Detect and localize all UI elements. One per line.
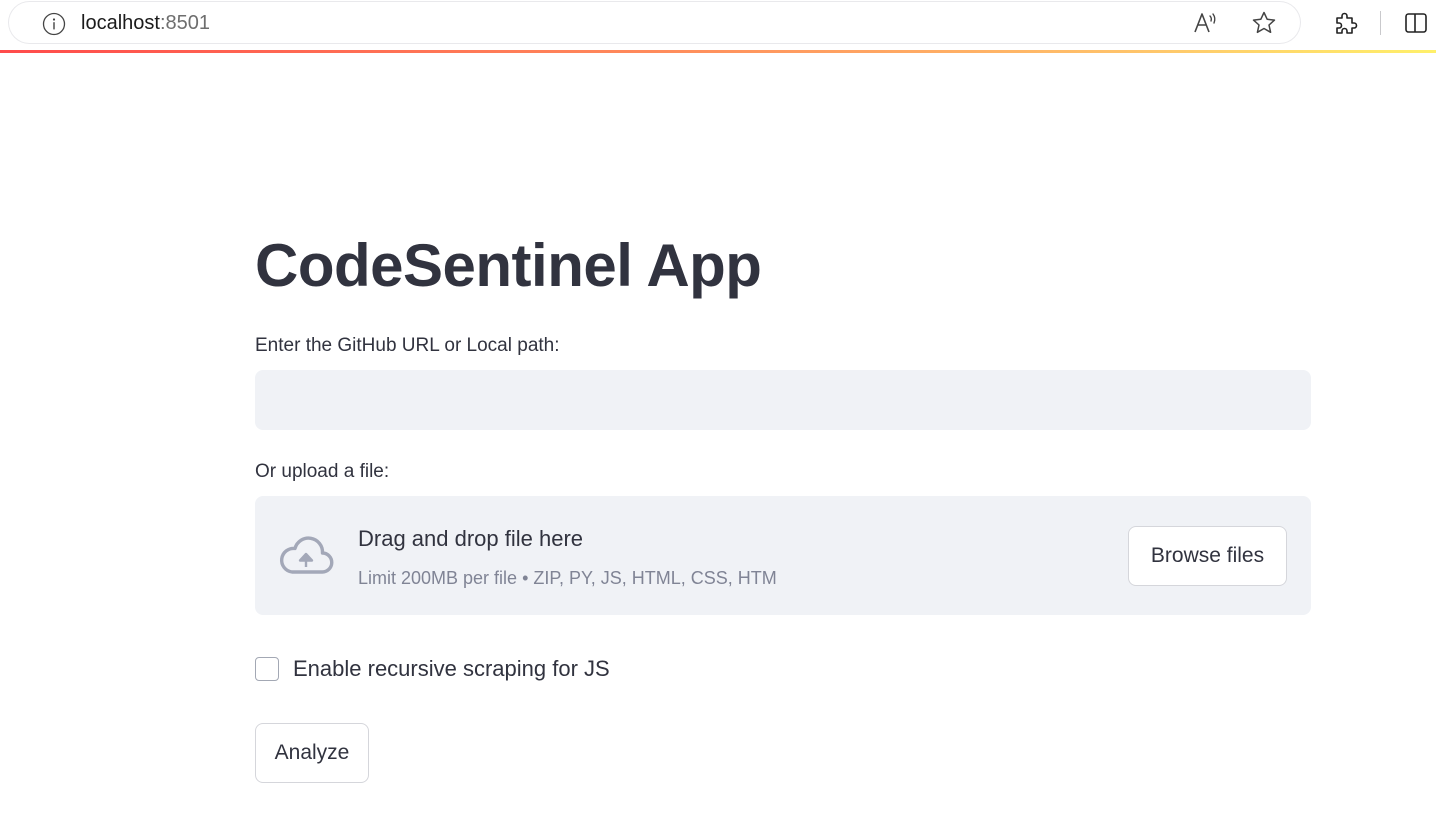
recursive-scraping-checkbox-row[interactable]: Enable recursive scraping for JS bbox=[255, 655, 610, 683]
puzzle-icon[interactable] bbox=[1332, 10, 1358, 36]
dropzone-title: Drag and drop file here bbox=[358, 526, 584, 551]
browse-files-button[interactable]: Browse files bbox=[1128, 526, 1287, 586]
url-host: localhost bbox=[81, 12, 160, 34]
info-icon[interactable] bbox=[42, 12, 66, 36]
toolbar-divider bbox=[1380, 11, 1381, 35]
file-dropzone[interactable]: Drag and drop file here Limit 200MB per … bbox=[255, 496, 1311, 615]
recursive-scraping-checkbox[interactable] bbox=[255, 657, 279, 681]
app-header-gradient bbox=[0, 50, 1436, 53]
url-input-label: Enter the GitHub URL or Local path: bbox=[255, 335, 560, 356]
star-icon[interactable] bbox=[1251, 10, 1277, 36]
read-aloud-icon[interactable] bbox=[1192, 10, 1218, 36]
browser-toolbar: localhost:8501 bbox=[0, 0, 1436, 50]
github-url-input[interactable] bbox=[255, 370, 1311, 430]
address-url[interactable]: localhost:8501 bbox=[81, 11, 210, 35]
recursive-scraping-label[interactable]: Enable recursive scraping for JS bbox=[293, 655, 610, 683]
dropzone-limit-text: Limit 200MB per file • ZIP, PY, JS, HTML… bbox=[358, 568, 777, 588]
analyze-button[interactable]: Analyze bbox=[255, 723, 369, 783]
split-screen-icon[interactable] bbox=[1403, 10, 1429, 36]
upload-label: Or upload a file: bbox=[255, 461, 390, 482]
cloud-upload-icon bbox=[279, 536, 334, 574]
url-port: :8501 bbox=[159, 12, 210, 34]
page-title: CodeSentinel App bbox=[255, 232, 762, 299]
